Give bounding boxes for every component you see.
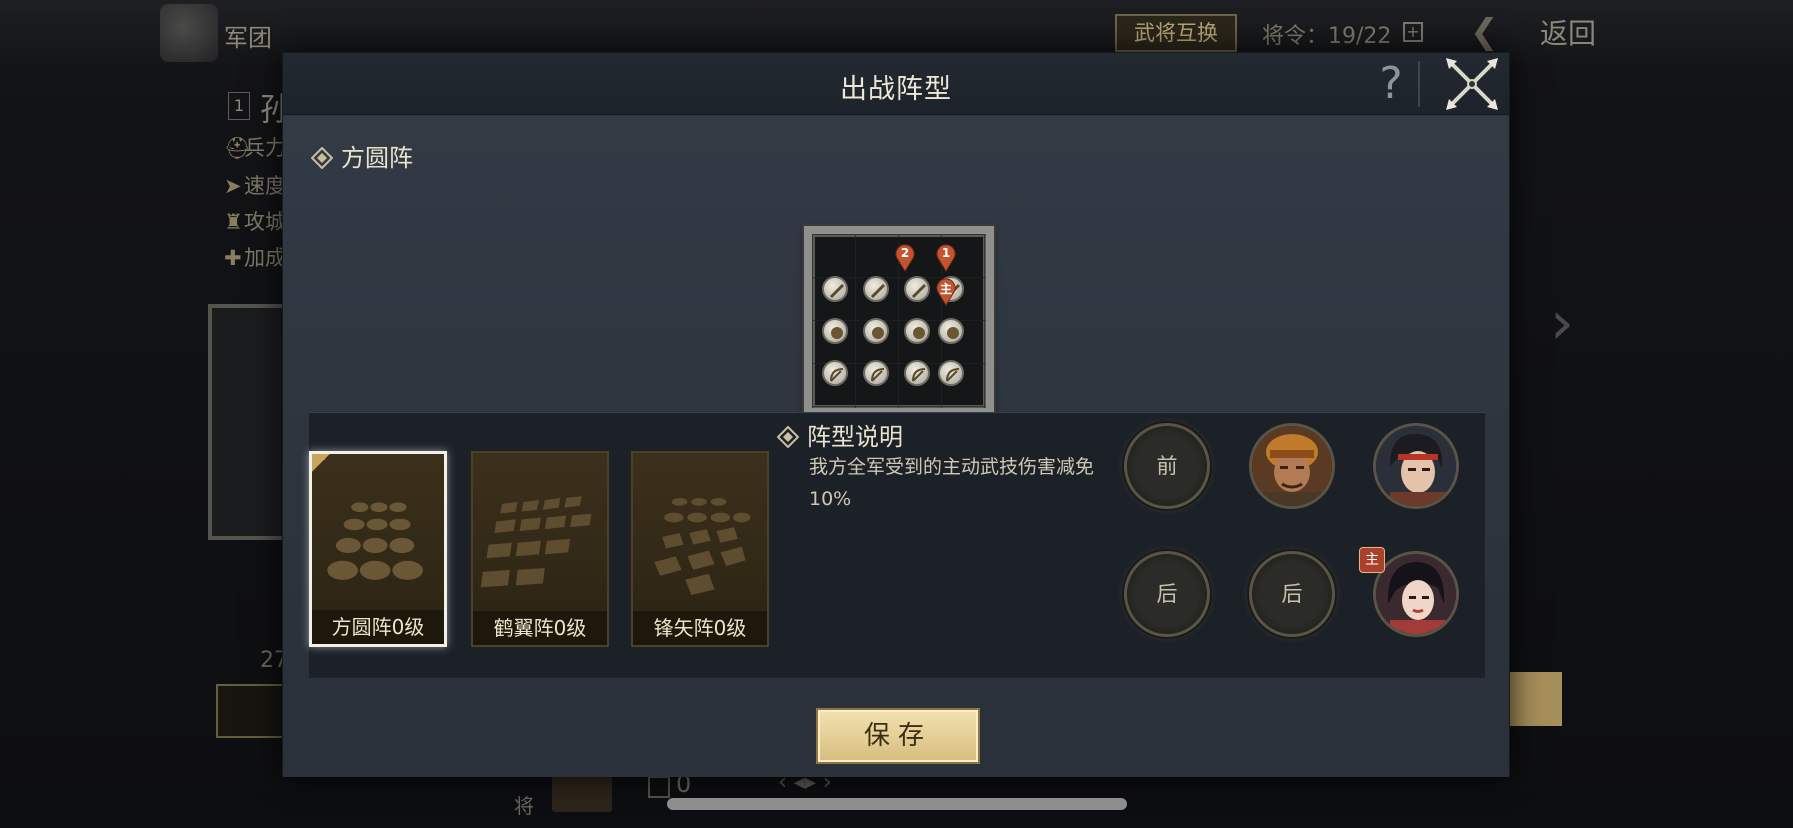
back-button[interactable]: ❮ 返回 [1470, 10, 1610, 54]
decrease-button[interactable] [216, 684, 286, 738]
stat-siege: ♜攻城 [224, 210, 286, 234]
home-indicator[interactable] [667, 798, 1127, 810]
boot-icon: ➤ [224, 174, 242, 198]
castle-icon: ♜ [224, 210, 243, 234]
panel-bottom-bar [309, 678, 1485, 684]
formation-name-heading: 方圆阵 [311, 138, 413, 173]
help-button[interactable]: ? [1371, 59, 1411, 109]
rear-slot-label: 后 [1281, 582, 1303, 606]
diamond-ornament-icon [777, 426, 799, 448]
shield-unit-icon [938, 318, 964, 344]
stat-bonus: ✚ 加成 [224, 246, 286, 270]
circle-formation-art-icon [327, 502, 423, 580]
general-portrait-helmet[interactable] [1249, 423, 1335, 509]
description-heading: 阵型说明 [777, 417, 903, 452]
general-portrait-headband[interactable] [1373, 423, 1459, 509]
next-arrow-icon[interactable]: › [1550, 288, 1574, 358]
rear-slot-1[interactable]: 后 [1124, 551, 1210, 637]
crossed-swords-close-icon [1446, 58, 1498, 110]
dialog-footer: 保存 [283, 690, 1509, 777]
rear-slot-label: 后 [1156, 582, 1178, 606]
spear-unit-icon [863, 276, 889, 302]
formation-card-fangyuan[interactable]: 方圆阵0级 [309, 451, 447, 647]
dialog-header: 出战阵型 ? [283, 53, 1509, 115]
add-orders-button[interactable]: + [1403, 22, 1423, 42]
legion-title: 军团 [224, 24, 272, 52]
formation-card-heyi[interactable]: 鹤翼阵0级 [471, 451, 609, 647]
front-slot[interactable]: 前 [1124, 423, 1210, 509]
dialog-title: 出战阵型 [840, 74, 952, 105]
back-label: 返回 [1540, 17, 1597, 50]
formation-board: 2 1 主 [802, 224, 996, 418]
front-slot-label: 前 [1156, 454, 1178, 478]
shield-unit-icon [904, 318, 930, 344]
swap-generals-button[interactable]: 武将互换 [1115, 14, 1237, 52]
formation-card-label: 锋矢阵0级 [633, 611, 767, 645]
grid-icon [648, 776, 670, 798]
bow-unit-icon [938, 360, 964, 386]
bow-unit-icon [822, 360, 848, 386]
bottom-general-label: 将 [514, 794, 534, 818]
back-arrow-icon: ❮ [1470, 12, 1499, 52]
helmet-icon: ⛑ [224, 136, 251, 160]
selected-corner-icon [312, 454, 332, 474]
formation-card-fengshi[interactable]: 锋矢阵0级 [631, 451, 769, 647]
stat-speed: ➤ 速度 [224, 174, 286, 198]
background-action-button[interactable] [1510, 672, 1562, 726]
header-divider [1418, 61, 1420, 107]
formation-name-label: 方圆阵 [341, 144, 413, 172]
dialog-body: 方圆阵 2 1 主 方圆阵0级 鹤翼阵0级 锋矢阵0级 阵型说明 我方全军受到的… [283, 116, 1509, 690]
legion-emblem-icon [160, 4, 218, 62]
bow-unit-icon [863, 360, 889, 386]
bottom-general-avatar[interactable] [552, 772, 612, 812]
general-avatar-icon [1376, 426, 1456, 506]
leader-badge: 主 [1359, 547, 1385, 573]
leader-marker: 主 [935, 278, 957, 306]
formation-card-label: 方圆阵0级 [312, 610, 444, 644]
formation-dialog: 出战阵型 ? 方圆阵 2 1 主 方圆阵0级 鹤翼阵0级 锋矢阵0级 阵型说明 … [282, 52, 1510, 777]
position-marker-1: 1 [935, 244, 957, 272]
rear-slot-2[interactable]: 后 [1249, 551, 1335, 637]
stat-troops: ⛑兵力 [224, 136, 286, 160]
arrow-formation-art-icon [654, 498, 751, 596]
position-marker-2: 2 [894, 244, 916, 272]
formation-card-label: 鹤翼阵0级 [473, 611, 607, 645]
plus-icon: ✚ [224, 246, 242, 270]
description-heading-label: 阵型说明 [807, 423, 903, 451]
spear-unit-icon [822, 276, 848, 302]
bow-unit-icon [904, 360, 930, 386]
close-button[interactable] [1443, 55, 1501, 113]
wing-formation-art-icon [480, 496, 592, 588]
general-level-badge: 1 [228, 92, 250, 120]
formation-options-panel: 方圆阵0级 鹤翼阵0级 锋矢阵0级 阵型说明 我方全军受到的主动武技伤害减免10… [309, 412, 1485, 684]
background-formation-preview [208, 304, 288, 540]
general-avatar-icon [1376, 554, 1456, 634]
description-text: 我方全军受到的主动武技伤害减免10% [809, 456, 1095, 510]
orders-counter: 将令：19/22 [1262, 24, 1392, 49]
spear-unit-icon [904, 276, 930, 302]
shield-unit-icon [822, 318, 848, 344]
save-button[interactable]: 保存 [816, 708, 980, 764]
general-portrait-leader[interactable] [1373, 551, 1459, 637]
general-avatar-icon [1252, 426, 1332, 506]
diamond-ornament-icon [311, 147, 333, 169]
shield-unit-icon [863, 318, 889, 344]
